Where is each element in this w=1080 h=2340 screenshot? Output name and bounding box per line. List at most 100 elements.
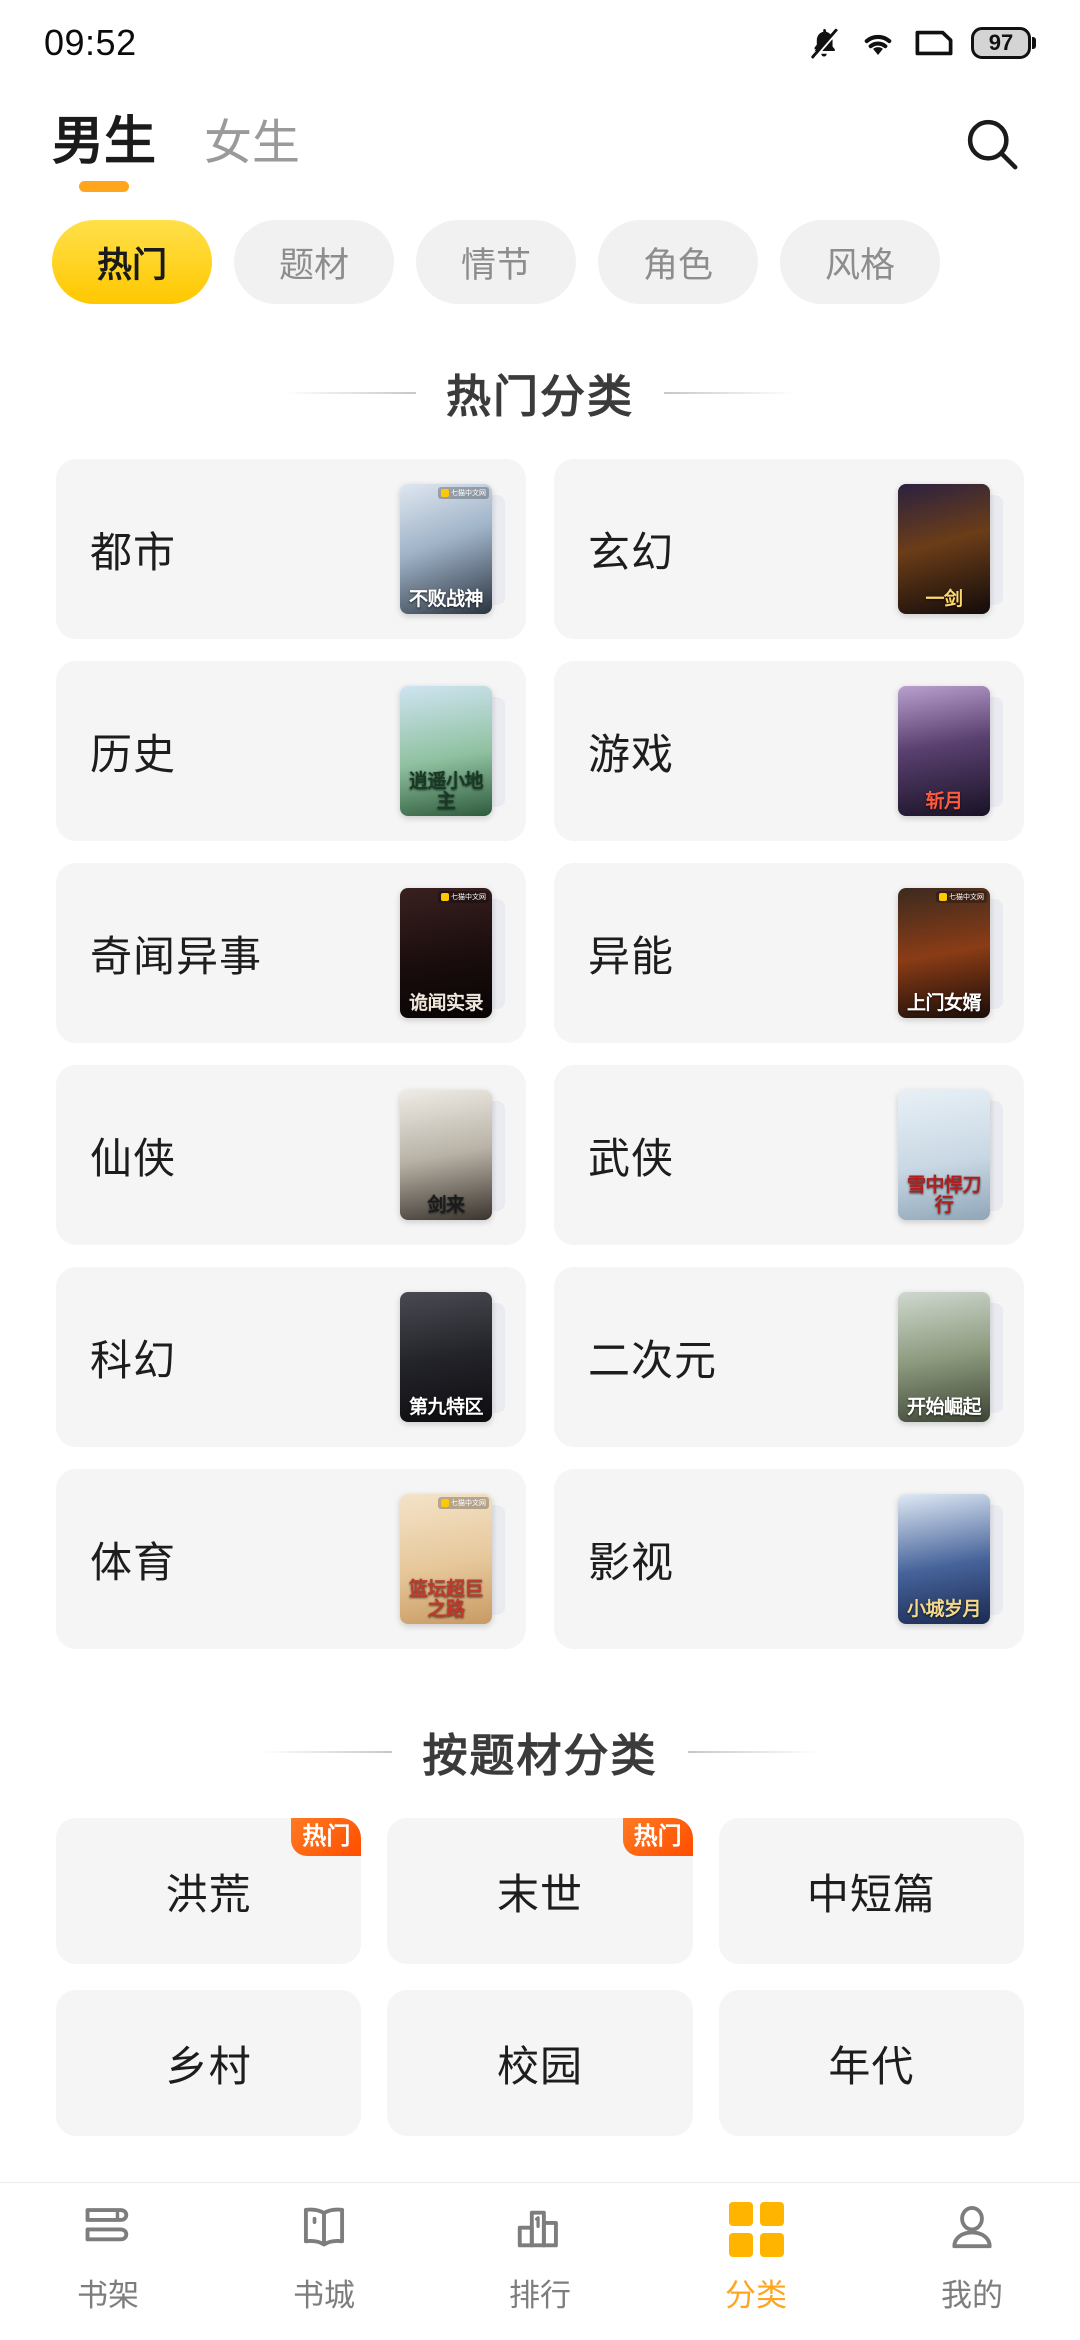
- battery-icon: 97: [971, 27, 1036, 59]
- theme-tag-card[interactable]: 洪荒热门: [56, 1818, 361, 1964]
- book-cover-thumbnail: 斩月: [898, 686, 994, 816]
- category-card[interactable]: 游戏 斩月: [554, 661, 1024, 841]
- theme-tag-card[interactable]: 末世 热门: [387, 1818, 692, 1964]
- tab-label: 分类: [725, 2270, 787, 2315]
- section-rule-left: [262, 1751, 392, 1753]
- bottom-tab-bar: 书架 书城 排行 分类 我的: [0, 2182, 1080, 2340]
- tab-label: 书城: [293, 2270, 355, 2315]
- tab-分类[interactable]: 分类: [666, 2200, 846, 2315]
- book-cover-thumbnail: 一剑: [898, 484, 994, 614]
- theme-tag-card[interactable]: 中短篇: [719, 1818, 1024, 1964]
- category-card[interactable]: 体育 七猫中文网篮坛超巨之路: [56, 1469, 526, 1649]
- book-cover-thumbnail: 第九特区: [400, 1292, 496, 1422]
- category-card[interactable]: 异能七猫中文网上门女婿: [554, 863, 1024, 1043]
- cover-title: 小城岁月: [898, 1600, 990, 1624]
- filter-chip[interactable]: 情节: [416, 220, 576, 304]
- filter-chip[interactable]: 热门: [52, 220, 212, 304]
- gender-tabs: 男生 女生: [52, 116, 300, 174]
- tab-书架[interactable]: 书架: [18, 2200, 198, 2315]
- category-name: 奇闻异事: [90, 923, 262, 984]
- cover-art: 七猫中文网不败战神: [400, 484, 492, 614]
- category-card[interactable]: 二次元开始崛起: [554, 1267, 1024, 1447]
- book-cover-thumbnail: 开始崛起: [898, 1292, 994, 1422]
- bar-chart-icon: [512, 2200, 568, 2258]
- open-book-icon: [296, 2200, 352, 2258]
- book-cover-thumbnail: 雪中悍刀行: [898, 1090, 994, 1220]
- theme-tag-label: 年代: [828, 2033, 914, 2094]
- category-card[interactable]: 武侠雪中悍刀行: [554, 1065, 1024, 1245]
- cover-brand-label: 七猫中文网: [438, 1497, 489, 1509]
- cover-title: 逍遥小地主: [400, 772, 492, 816]
- tab-label: 书架: [77, 2270, 139, 2315]
- book-cover-thumbnail: 七猫中文网篮坛超巨之路: [400, 1494, 496, 1624]
- filter-chip-row: 热门 题材情节角色风格: [0, 204, 1080, 304]
- hot-category-grid: 都市七猫中文网不败战神玄幻一剑历史逍遥小地主游戏斩月奇闻异事七猫中文网诡闻实录异…: [0, 459, 1080, 1649]
- cover-art: 七猫中文网上门女婿: [898, 888, 990, 1018]
- theme-tag-card[interactable]: 年代: [719, 1990, 1024, 2136]
- filter-chip[interactable]: 题材: [234, 220, 394, 304]
- category-name: 武侠: [588, 1125, 674, 1186]
- cover-art: 小城岁月: [898, 1494, 990, 1624]
- tab-active-indicator: [79, 181, 129, 192]
- status-icons: 97: [806, 25, 1036, 61]
- category-card[interactable]: 玄幻一剑: [554, 459, 1024, 639]
- cover-title: 篮坛超巨之路: [400, 1580, 492, 1624]
- cover-title: 一剑: [898, 590, 990, 614]
- status-bar: 09:52 97: [0, 0, 1080, 86]
- category-card[interactable]: 影视小城岁月: [554, 1469, 1024, 1649]
- theme-tag-card[interactable]: 乡村: [56, 1990, 361, 2136]
- search-icon: [962, 114, 1024, 176]
- book-cover-thumbnail: 七猫中文网诡闻实录: [400, 888, 496, 1018]
- bookshelf-icon: [80, 2200, 136, 2258]
- bell-muted-icon: [806, 25, 842, 61]
- section-rule-left: [286, 392, 416, 394]
- hot-section-title: 热门分类: [446, 360, 634, 425]
- cover-title: 开始崛起: [898, 1398, 990, 1422]
- book-cover-thumbnail: 剑来: [400, 1090, 496, 1220]
- tab-label: 排行: [509, 2270, 571, 2315]
- battery-level: 97: [989, 32, 1013, 54]
- category-card[interactable]: 仙侠 剑来: [56, 1065, 526, 1245]
- category-card[interactable]: 历史逍遥小地主: [56, 661, 526, 841]
- book-cover-thumbnail: 逍遥小地主: [400, 686, 496, 816]
- theme-tag-label: 校园: [497, 2033, 583, 2094]
- section-rule-right: [688, 1751, 818, 1753]
- grid-icon: [729, 2200, 784, 2258]
- category-card[interactable]: 都市七猫中文网不败战神: [56, 459, 526, 639]
- cover-art: 第九特区: [400, 1292, 492, 1422]
- tab-我的[interactable]: 我的: [882, 2200, 1062, 2315]
- top-bar: 男生 女生: [0, 86, 1080, 204]
- theme-tag-label: 中短篇: [807, 1861, 936, 1922]
- cover-art: 逍遥小地主: [400, 686, 492, 816]
- book-cover-thumbnail: 七猫中文网不败战神: [400, 484, 496, 614]
- search-button[interactable]: [958, 110, 1028, 180]
- category-name: 二次元: [588, 1327, 717, 1388]
- hot-badge: 热门: [623, 1818, 693, 1856]
- filter-chip-label: 热门: [97, 237, 167, 288]
- filter-chip[interactable]: 角色: [598, 220, 758, 304]
- theme-tag-label: 末世: [497, 1861, 583, 1922]
- cover-brand-label: 七猫中文网: [438, 487, 489, 499]
- theme-tag-label: 乡村: [166, 2033, 252, 2094]
- theme-tag-card[interactable]: 校园: [387, 1990, 692, 2136]
- category-name: 历史: [90, 721, 176, 782]
- category-name: 游戏: [588, 721, 674, 782]
- category-name: 体育: [90, 1529, 176, 1590]
- hot-section-header: 热门分类: [0, 360, 1080, 425]
- tab-male-label: 男生: [52, 116, 156, 168]
- cover-art: 剑来: [400, 1090, 492, 1220]
- category-name: 影视: [588, 1529, 674, 1590]
- tab-female-label: 女生: [204, 120, 300, 168]
- category-name: 仙侠: [90, 1125, 176, 1186]
- book-cover-thumbnail: 七猫中文网上门女婿: [898, 888, 994, 1018]
- category-card[interactable]: 奇闻异事 七猫中文网诡闻实录: [56, 863, 526, 1043]
- filter-chip[interactable]: 风格: [780, 220, 940, 304]
- category-name: 玄幻: [588, 519, 674, 580]
- category-card[interactable]: 科幻第九特区: [56, 1267, 526, 1447]
- cover-title: 雪中悍刀行: [898, 1176, 990, 1220]
- cover-title: 第九特区: [400, 1398, 492, 1422]
- tab-male[interactable]: 男生: [52, 116, 156, 174]
- tab-排行[interactable]: 排行: [450, 2200, 630, 2315]
- tab-书城[interactable]: 书城: [234, 2200, 414, 2315]
- tab-female[interactable]: 女生: [204, 120, 300, 174]
